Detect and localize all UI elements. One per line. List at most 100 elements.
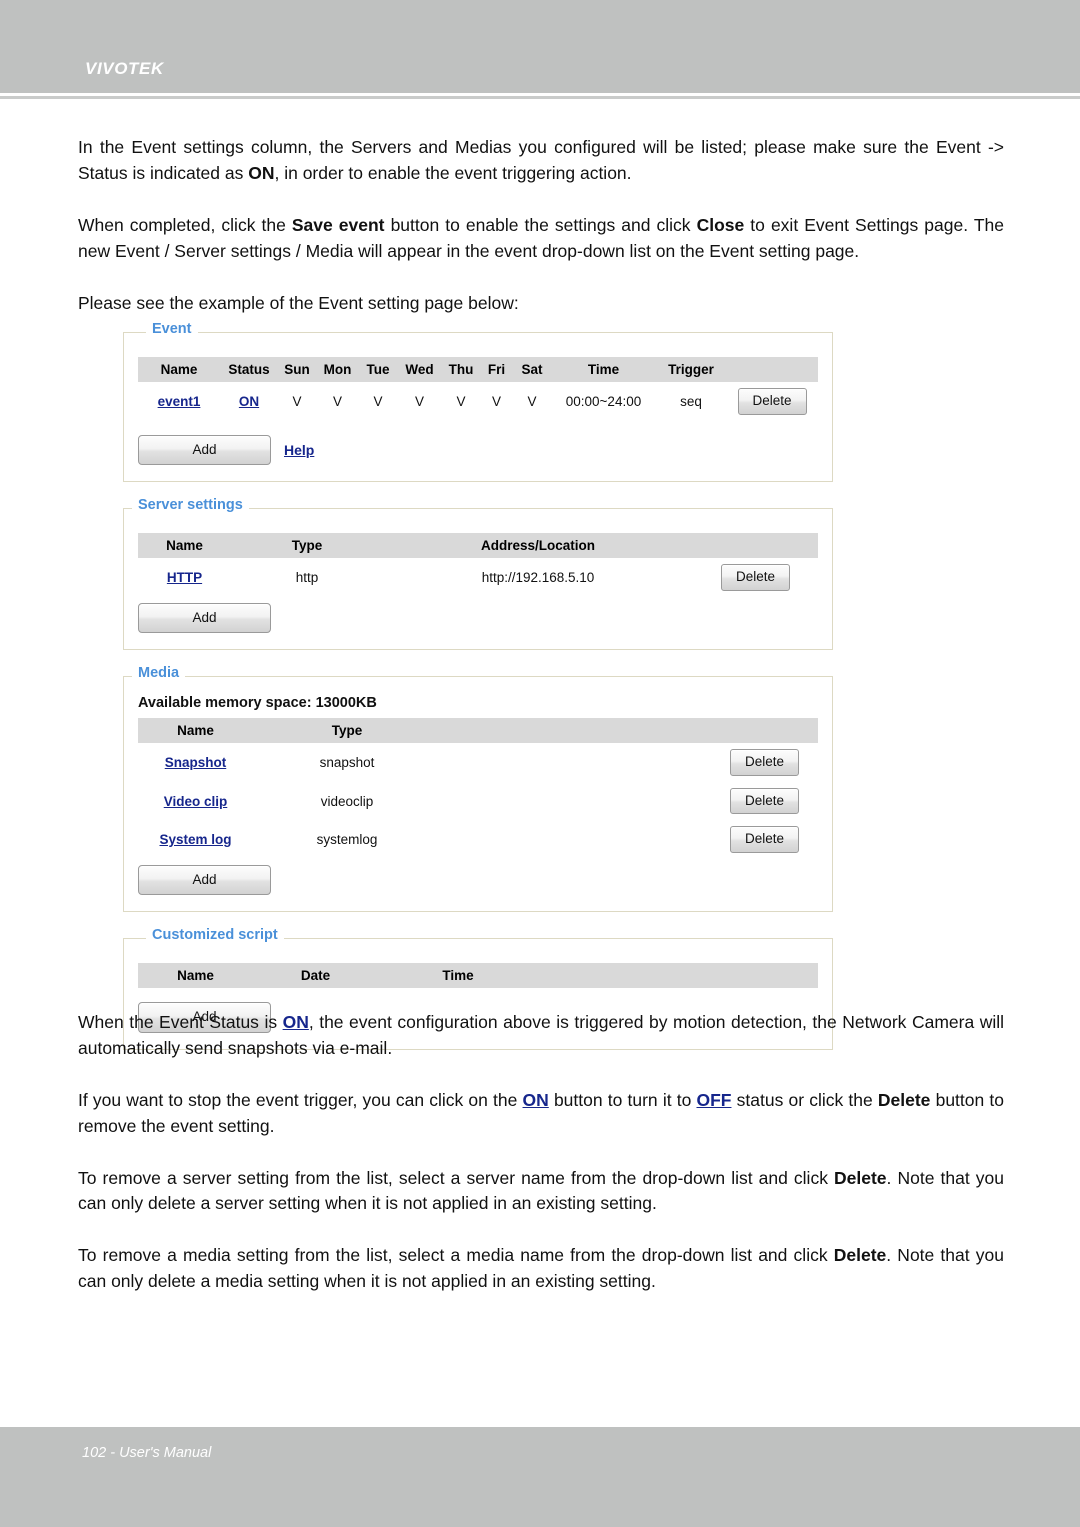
paragraph-7-part-a: To remove a media setting from the list,… — [78, 1245, 834, 1266]
media-snapshot-delete-button[interactable]: Delete — [730, 749, 799, 776]
table-row: Snapshot snapshot Delete — [138, 743, 818, 782]
script-col-actions — [538, 963, 818, 988]
media-add-button[interactable]: Add — [138, 864, 271, 896]
media-col-name: Name — [177, 723, 214, 739]
script-col-time: Time — [442, 968, 474, 984]
event-table-header-row: Name Status Sun Mon Tue Wed Thu Fri Sat … — [138, 357, 818, 382]
page-footer-bar — [0, 1427, 1080, 1527]
server-actions-row: Add — [138, 602, 818, 633]
table-row: HTTP http http://192.168.5.10 Delete — [138, 558, 818, 597]
event-col-time: Time — [587, 362, 620, 377]
event-help-link[interactable]: Help — [284, 442, 314, 458]
paragraph-6-part-a: To remove a server setting from the list… — [78, 1167, 835, 1188]
event-col-mon: Mon — [323, 362, 352, 377]
paragraph-5-delete-emphasis: Delete — [877, 1089, 931, 1110]
paragraph-5-part-c: status or click the — [731, 1089, 878, 1110]
script-col-date: Date — [300, 968, 331, 984]
paragraph-2-part-b: button to enable the settings and click — [384, 214, 697, 235]
paragraph-2: When completed, click the Save event but… — [78, 213, 1004, 265]
event-panel-legend: Event — [146, 322, 198, 337]
event-tue-value: V — [373, 393, 383, 409]
event-col-fri: Fri — [487, 362, 506, 377]
paragraph-5-on-link: ON — [522, 1089, 549, 1110]
paragraph-4-part-a: When the Event Status is — [78, 1012, 283, 1032]
event-panel: Event Name Status Sun Mon Tue Wed Thu Fr… — [123, 322, 833, 482]
paragraph-1: In the Event settings column, the Server… — [78, 135, 1004, 187]
page-header-bar — [0, 0, 1080, 93]
server-col-name: Name — [166, 538, 203, 553]
server-settings-table: Name Type Address/Location HTTP http htt… — [138, 533, 818, 597]
event-sun-value: V — [292, 393, 302, 409]
event-col-sun: Sun — [284, 362, 310, 377]
script-col-name: Name — [177, 968, 214, 984]
event-trigger-value: seq — [680, 393, 702, 409]
server-table-header-row: Name Type Address/Location — [138, 533, 818, 558]
intro-text-block: In the Event settings column, the Server… — [78, 135, 1004, 342]
media-panel: Media Available memory space: 13000KB Na… — [123, 666, 833, 913]
event-mon-value: V — [332, 393, 342, 409]
server-settings-panel-legend: Server settings — [132, 498, 249, 513]
event-col-thu: Thu — [448, 362, 474, 377]
event-col-name: Name — [160, 362, 198, 377]
paragraph-4: When the Event Status is ON, the event c… — [78, 1010, 1004, 1062]
event-add-button[interactable]: Add — [138, 434, 271, 465]
media-panel-body: Available memory space: 13000KB Name Typ… — [124, 677, 832, 896]
paragraph-1-on: ON — [248, 162, 275, 183]
server-address-value: http://192.168.5.10 — [481, 569, 595, 585]
media-systemlog-delete-button[interactable]: Delete — [730, 826, 799, 853]
event-fri-value: V — [491, 393, 501, 409]
outro-text-block: When the Event Status is ON, the event c… — [78, 1010, 1004, 1321]
close-emphasis: Close — [696, 214, 745, 235]
paragraph-1-part-b: , in order to enable the event triggerin… — [274, 162, 632, 183]
server-settings-panel: Server settings Name Type Address/Locati… — [123, 498, 833, 650]
media-col-type: Type — [331, 723, 363, 739]
event-col-tue: Tue — [366, 362, 390, 377]
event-table: Name Status Sun Mon Tue Wed Thu Fri Sat … — [138, 357, 818, 421]
media-col-spacer — [441, 718, 711, 743]
media-panel-legend: Media — [132, 666, 186, 681]
script-table-header-row: Name Date Time — [138, 963, 818, 989]
server-settings-panel-body: Name Type Address/Location HTTP http htt… — [124, 509, 832, 633]
server-type-value: http — [295, 569, 319, 585]
event-setting-page-figure: Event Name Status Sun Mon Tue Wed Thu Fr… — [123, 322, 833, 1076]
event-thu-value: V — [456, 393, 466, 409]
paragraph-3: Please see the example of the Event sett… — [78, 292, 519, 313]
event-name-link[interactable]: event1 — [158, 394, 201, 409]
media-videoclip-link[interactable]: Video clip — [164, 794, 228, 809]
customized-script-table: Name Date Time — [138, 963, 818, 989]
server-name-link[interactable]: HTTP — [167, 570, 202, 585]
event-delete-button[interactable]: Delete — [737, 388, 807, 415]
paragraph-7-delete-emphasis: Delete — [833, 1245, 887, 1266]
media-videoclip-type: videoclip — [320, 793, 374, 809]
paragraph-7: To remove a media setting from the list,… — [78, 1243, 1004, 1295]
server-add-button[interactable]: Add — [138, 602, 271, 633]
paragraph-4-on-link: ON — [282, 1012, 309, 1032]
event-panel-body: Name Status Sun Mon Tue Wed Thu Fri Sat … — [124, 333, 832, 465]
paragraph-5-part-a: If you want to stop the event trigger, y… — [78, 1089, 523, 1110]
event-status-toggle[interactable]: ON — [239, 394, 259, 409]
event-col-actions — [726, 357, 818, 382]
event-actions-row: Add Help — [138, 434, 818, 465]
event-time-value: 00:00~24:00 — [565, 393, 642, 409]
server-col-address: Address/Location — [480, 538, 596, 553]
customized-script-panel-legend: Customized script — [146, 928, 284, 943]
paragraph-5-off-link: OFF — [696, 1089, 732, 1110]
media-col-actions — [711, 718, 818, 743]
media-videoclip-delete-button[interactable]: Delete — [730, 787, 799, 815]
paragraph-6-delete-emphasis: Delete — [834, 1167, 887, 1188]
media-snapshot-type: snapshot — [319, 755, 375, 771]
paragraph-6: To remove a server setting from the list… — [78, 1166, 1004, 1218]
event-wed-value: V — [414, 393, 424, 409]
media-table: Name Type Snapshot snapshot Delete Video… — [138, 718, 818, 859]
server-delete-button[interactable]: Delete — [721, 564, 790, 591]
media-actions-row: Add — [138, 864, 818, 896]
media-snapshot-link[interactable]: Snapshot — [165, 755, 227, 770]
media-table-header-row: Name Type — [138, 718, 818, 744]
paragraph-5-part-b: button to turn it to — [548, 1089, 697, 1110]
media-systemlog-link[interactable]: System log — [159, 832, 231, 847]
paragraph-5: If you want to stop the event trigger, y… — [78, 1088, 1004, 1140]
vivotek-logo: VIVOTEK — [85, 59, 164, 78]
table-row: event1 ON V V V V V V V 00:00~24:00 seq … — [138, 382, 818, 421]
event-col-sat: Sat — [521, 362, 543, 377]
server-col-actions — [693, 533, 818, 558]
